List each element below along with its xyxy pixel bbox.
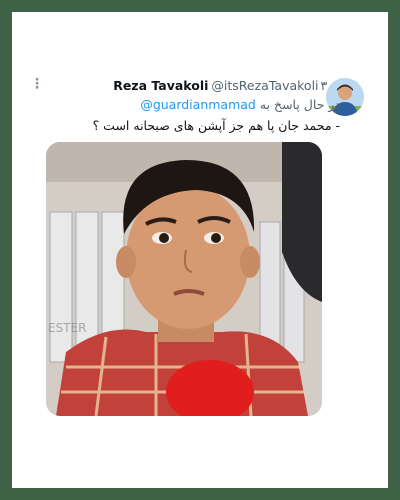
reply-prefix: در حال پاسخ به xyxy=(259,97,340,112)
display-name[interactable]: Reza Tavakoli xyxy=(113,78,208,93)
child-photo: ESTER xyxy=(46,142,322,416)
user-handle[interactable]: @itsRezaTavakoli xyxy=(211,78,318,93)
tweet-text: - محمد جان پا هم جز آپشن های صبحانه است … xyxy=(92,118,340,133)
reply-mention-link[interactable]: @guardianmamad xyxy=(140,97,256,112)
reply-context: در حال پاسخ به @guardianmamad xyxy=(140,97,340,113)
more-dots-icon[interactable]: ⋮ xyxy=(30,76,44,92)
tweet-header: Reza Tavakoli@itsRezaTavakoli۳۰ر xyxy=(113,78,340,94)
tweet-media[interactable]: ESTER xyxy=(46,142,322,416)
svg-text:ESTER: ESTER xyxy=(48,321,86,335)
